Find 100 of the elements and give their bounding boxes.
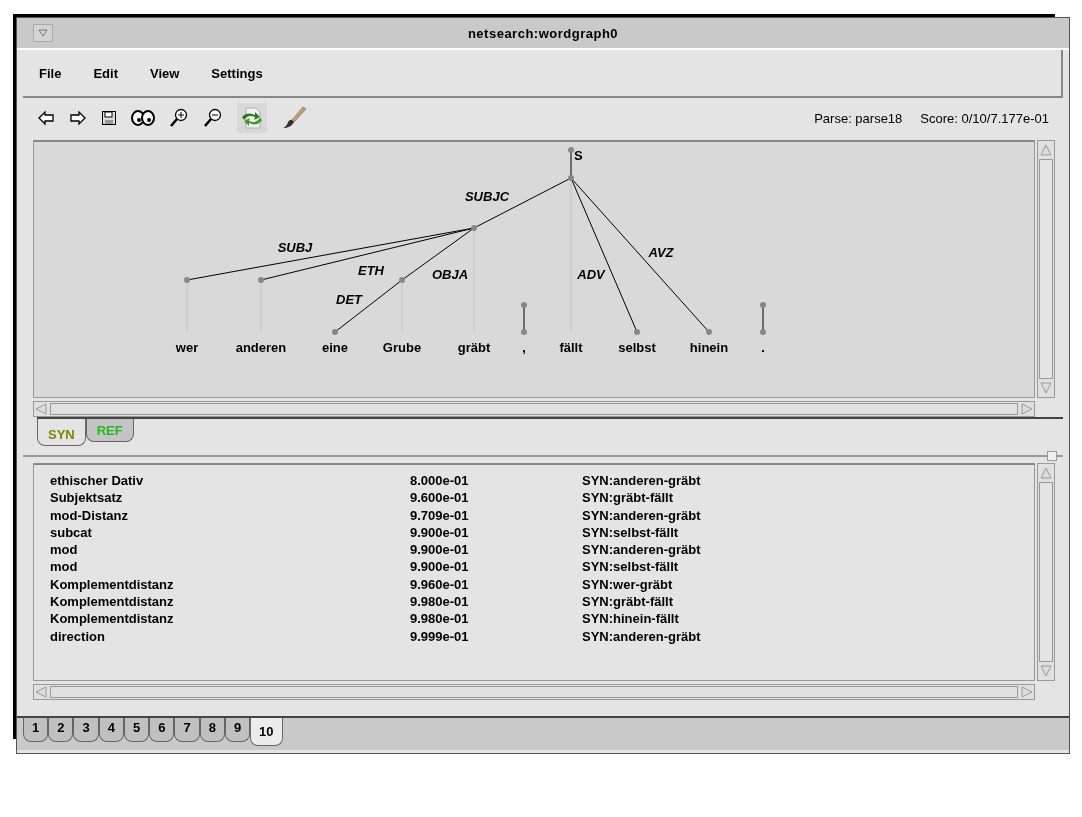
constraint-edge: SYN:anderen-gräbt	[582, 541, 702, 559]
scroll-left-icon[interactable]	[34, 685, 48, 699]
arrow-right-icon[interactable]	[69, 110, 87, 126]
arrow-left-icon[interactable]	[37, 110, 55, 126]
constraint-score: 9.900e-01	[410, 523, 470, 542]
menu-item[interactable]: View	[149, 65, 180, 81]
scroll-right-icon[interactable]	[1020, 685, 1034, 699]
page-tab[interactable]: 6	[149, 718, 175, 742]
save-icon[interactable]	[101, 110, 117, 126]
graph-node[interactable]	[399, 277, 405, 283]
scroll-up-icon[interactable]	[1039, 143, 1053, 157]
page-tab[interactable]: 5	[123, 718, 150, 742]
scrollbar-thumb[interactable]	[1039, 159, 1053, 379]
page-tab[interactable]: 2	[48, 718, 74, 742]
triangle-down-icon	[38, 29, 48, 37]
edge-label: SUBJ	[277, 240, 313, 255]
scrollbar-thumb[interactable]	[50, 686, 1018, 698]
constraint-name: mod-Distanz	[50, 506, 129, 524]
parse-label: Parse: parse18	[814, 110, 903, 126]
horizontal-scrollbar[interactable]	[33, 684, 1035, 700]
menu-item[interactable]: Edit	[93, 65, 118, 81]
edge-label: SUBJC	[464, 189, 510, 204]
constraint-score: 9.980e-01	[410, 610, 470, 628]
page-tab[interactable]: 3	[73, 718, 99, 742]
page-tab[interactable]: 10	[250, 718, 283, 746]
constraint-name: ethischer Dativ	[50, 472, 145, 490]
scroll-left-icon[interactable]	[34, 402, 48, 416]
graph-node[interactable]	[568, 175, 574, 181]
menu-item[interactable]: File	[39, 65, 62, 81]
constraint-edge: SYN:gräbt-fällt	[582, 593, 674, 611]
zoom-in-icon[interactable]	[169, 108, 189, 128]
constraint-score: 8.000e-01	[410, 472, 470, 490]
constraint-edge: SYN:selbst-fällt	[582, 523, 680, 542]
constraint-name: mod	[50, 541, 79, 559]
window-menu-button[interactable]	[33, 24, 53, 42]
unattached-node	[521, 302, 527, 335]
word-label: fällt	[559, 340, 583, 355]
edge-label: ETH	[358, 263, 384, 278]
horizontal-scrollbar[interactable]	[33, 401, 1035, 417]
eyes-icon[interactable]	[131, 109, 155, 127]
constraint-edge: SYN:wer-gräbt	[582, 575, 674, 594]
score-label: Score: 0/10/7.177e-01	[920, 110, 1049, 126]
vertical-scrollbar[interactable]	[1037, 463, 1055, 681]
paintbrush-icon[interactable]	[281, 105, 307, 131]
constraint-name: Subjektsatz	[50, 489, 124, 507]
constraint-name: subcat	[50, 523, 93, 542]
word-label: gräbt	[457, 340, 491, 355]
constraint-score: 9.900e-01	[410, 558, 470, 576]
word-label: .	[761, 340, 765, 355]
edge-label: DET	[336, 292, 362, 307]
constraint-edge: SYN:anderen-gräbt	[582, 627, 702, 645]
graph-node[interactable]	[258, 277, 264, 283]
window-title: netsearch:wordgraph0	[466, 25, 620, 41]
graph-node[interactable]	[332, 329, 338, 335]
scroll-up-icon[interactable]	[1039, 466, 1053, 480]
vertical-scrollbar[interactable]	[1037, 140, 1055, 398]
root-node[interactable]	[568, 147, 574, 153]
page-tab[interactable]: 9	[224, 718, 251, 742]
word-label: selbst	[618, 340, 656, 355]
page-tab[interactable]: 1	[23, 718, 49, 742]
graph-node[interactable]	[184, 277, 190, 283]
constraint-score: 9.999e-01	[410, 627, 470, 645]
menu-item[interactable]: Settings	[211, 65, 263, 81]
constraint-name: direction	[50, 627, 106, 645]
page-tab[interactable]: 7	[174, 718, 200, 742]
constraint-name: Komplementdistanz	[50, 610, 175, 628]
page-tab[interactable]: 8	[199, 718, 225, 742]
scroll-down-icon[interactable]	[1039, 664, 1053, 678]
edge-label: AVZ	[648, 245, 674, 260]
graph-node[interactable]	[471, 225, 477, 231]
scrollbar-thumb[interactable]	[1039, 482, 1053, 662]
word-label: wer	[175, 340, 199, 355]
word-label: anderen	[235, 340, 287, 355]
edge-label: OBJA	[431, 267, 469, 282]
word-label: ,	[522, 340, 526, 355]
zoom-out-icon[interactable]	[203, 108, 223, 128]
page-tab[interactable]: 4	[98, 718, 124, 742]
graph-node[interactable]	[634, 329, 640, 335]
constraint-score: 9.709e-01	[410, 506, 470, 524]
constraint-edge: SYN:hinein-fällt	[582, 610, 680, 628]
root-label: S	[574, 148, 583, 163]
constraint-score: 9.600e-01	[410, 489, 470, 507]
constraint-score: 9.900e-01	[410, 541, 470, 559]
scrollbar-thumb[interactable]	[50, 403, 1018, 415]
constraint-score: 9.980e-01	[410, 593, 470, 611]
edge-label: ADV	[577, 267, 605, 282]
constraint-name: Komplementdistanz	[50, 575, 175, 594]
scroll-right-icon[interactable]	[1020, 402, 1034, 416]
scroll-down-icon[interactable]	[1039, 381, 1053, 395]
constraint-edge: SYN:anderen-gräbt	[582, 506, 702, 524]
constraint-name: Komplementdistanz	[50, 593, 175, 611]
constraint-score: 9.960e-01	[410, 575, 470, 594]
constraint-edge: SYN:anderen-gräbt	[582, 472, 702, 490]
word-label: hinein	[689, 340, 729, 355]
refresh-document-icon[interactable]	[237, 103, 267, 133]
constraint-edge: SYN:selbst-fällt	[582, 558, 680, 576]
unattached-node	[760, 302, 766, 335]
pane-sash-handle[interactable]	[1047, 451, 1057, 461]
word-label: eine	[322, 340, 348, 355]
graph-node[interactable]	[706, 329, 712, 335]
